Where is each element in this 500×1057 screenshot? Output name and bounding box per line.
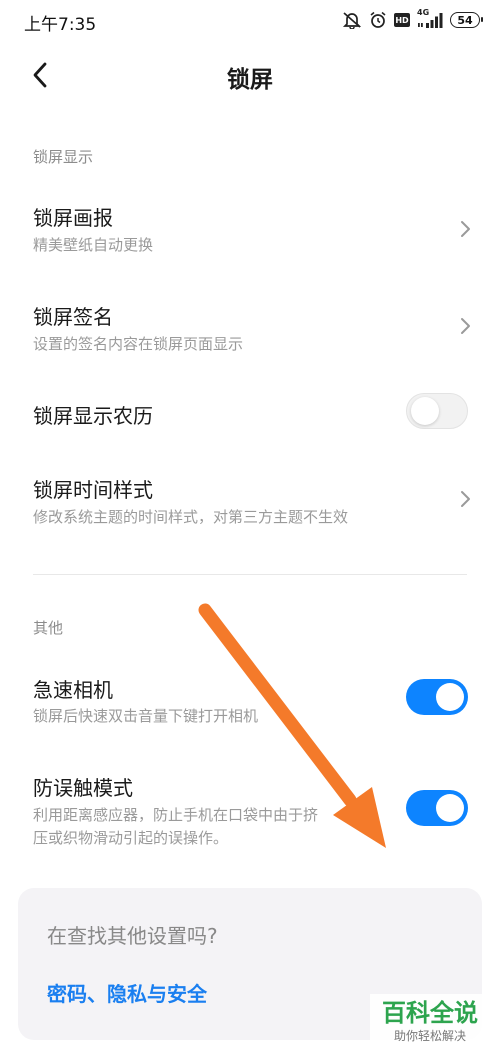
section-header-lock-display: 锁屏显示 <box>33 148 94 166</box>
page-title: 锁屏 <box>227 67 273 93</box>
setting-row-lock-time-style[interactable]: 锁屏时间样式 修改系统主题的时间样式，对第三方主题不生效 <box>0 474 500 534</box>
signal-icon: 4G <box>417 8 443 29</box>
status-bar: 上午7:35 HD 4G 54 <box>0 0 500 40</box>
chevron-right-icon <box>461 491 470 507</box>
watermark-main-text: 百科全说 <box>382 999 478 1027</box>
status-icons: HD 4G 54 <box>342 8 483 31</box>
chevron-right-icon <box>461 221 470 237</box>
chevron-right-icon <box>461 318 470 334</box>
section-header-other: 其他 <box>33 619 64 637</box>
watermark-sub-text: 助你轻松解决 <box>393 1029 466 1043</box>
setting-subtitle: 修改系统主题的时间样式，对第三方主题不生效 <box>33 508 349 526</box>
setting-row-lunar-calendar: 锁屏显示农历 <box>0 393 500 434</box>
status-time: 上午7:35 <box>24 15 97 35</box>
hd-icon: HD <box>394 13 410 27</box>
toggle-knob <box>436 683 464 711</box>
setting-subtitle-line-2: 压或织物滑动引起的误操作。 <box>33 829 229 847</box>
setting-title: 锁屏签名 <box>33 305 113 329</box>
setting-row-lock-wallpaper[interactable]: 锁屏画报 精美壁纸自动更换 <box>0 202 500 262</box>
lunar-calendar-toggle[interactable] <box>406 393 468 429</box>
toggle-knob <box>411 397 439 425</box>
setting-row-lock-signature[interactable]: 锁屏签名 设置的签名内容在锁屏页面显示 <box>0 301 500 361</box>
anti-mistouch-toggle[interactable] <box>406 790 468 826</box>
setting-row-quick-camera: 急速相机 锁屏后快速双击音量下键打开相机 <box>0 674 500 734</box>
section-divider <box>33 574 467 575</box>
setting-title: 锁屏显示农历 <box>33 404 153 428</box>
password-privacy-link[interactable]: 密码、隐私与安全 <box>47 978 207 1007</box>
setting-title: 锁屏时间样式 <box>33 478 153 502</box>
quick-camera-toggle[interactable] <box>406 679 468 715</box>
setting-title: 锁屏画报 <box>33 206 113 230</box>
watermark-logo: 百科全说 助你轻松解决 <box>370 994 490 1050</box>
mute-icon <box>342 11 362 29</box>
toggle-knob <box>436 794 464 822</box>
header: 锁屏 <box>0 52 500 100</box>
setting-subtitle: 精美壁纸自动更换 <box>33 236 154 254</box>
battery-icon: 54 <box>450 12 483 28</box>
setting-subtitle: 设置的签名内容在锁屏页面显示 <box>33 335 244 353</box>
setting-subtitle: 锁屏后快速双击音量下键打开相机 <box>33 707 259 725</box>
setting-subtitle: 利用距离感应器，防止手机在口袋中由于挤 <box>33 806 319 824</box>
search-card-question: 在查找其他设置吗? <box>47 924 218 948</box>
setting-title: 急速相机 <box>33 678 113 702</box>
setting-row-anti-mistouch: 防误触模式 利用距离感应器，防止手机在口袋中由于挤 压或织物滑动引起的误操作。 <box>0 772 500 852</box>
setting-title: 防误触模式 <box>33 776 133 800</box>
alarm-icon <box>369 11 387 29</box>
